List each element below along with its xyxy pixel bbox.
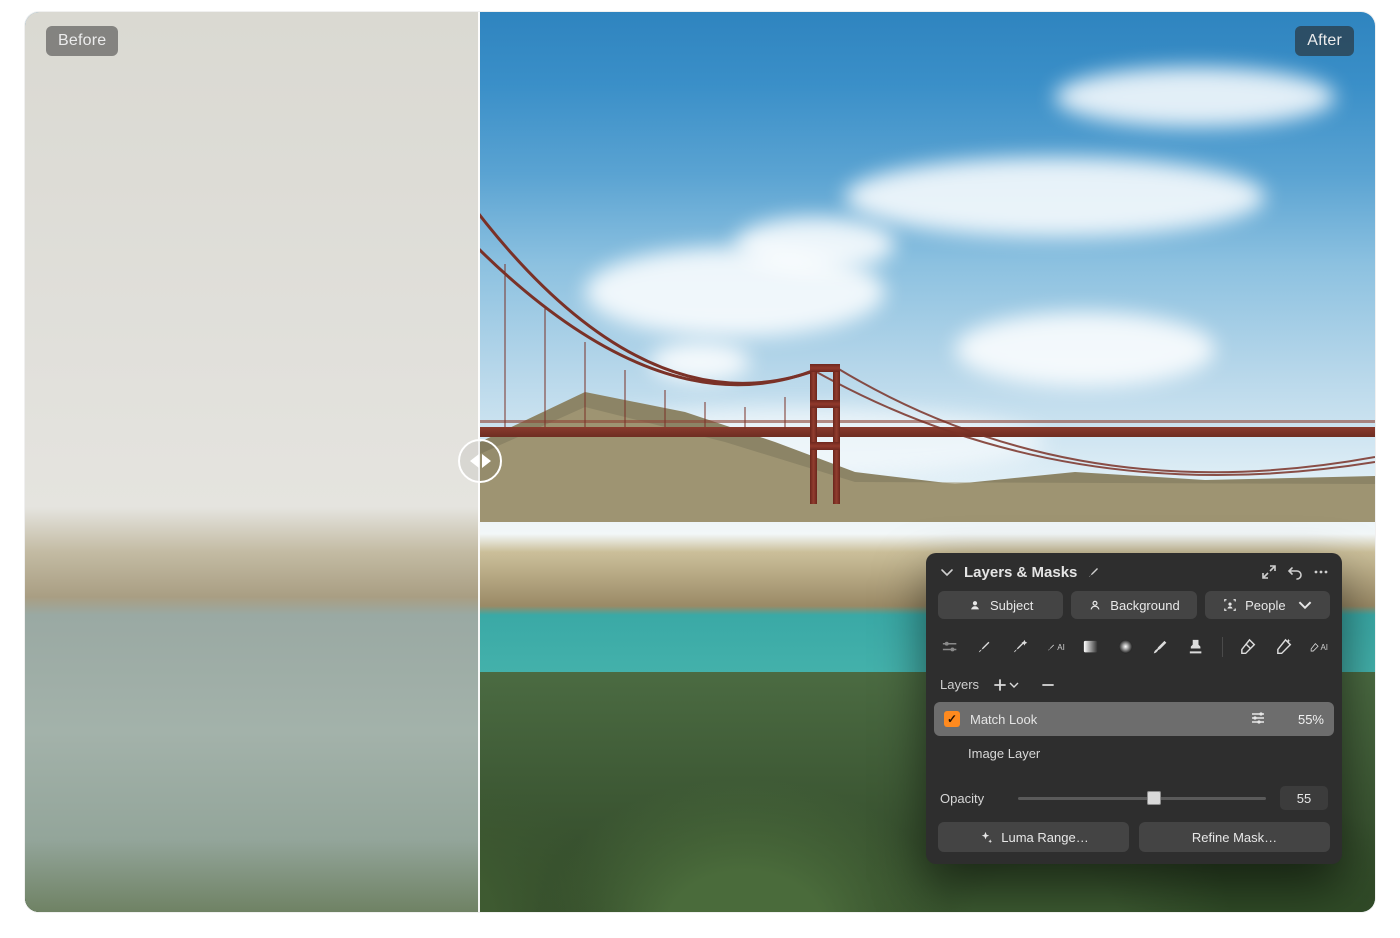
undo-icon[interactable] <box>1286 563 1304 581</box>
cloud <box>735 217 895 272</box>
ai-brush-icon[interactable]: AI <box>1046 635 1065 659</box>
cloud <box>1055 67 1335 127</box>
gradient-icon[interactable] <box>1081 635 1100 659</box>
sparkle-icon <box>978 830 993 845</box>
brush-icon[interactable] <box>975 635 994 659</box>
luma-range-button[interactable]: Luma Range… <box>938 822 1129 852</box>
eraser-brush-icon[interactable] <box>1151 635 1170 659</box>
layers-label: Layers <box>940 677 979 692</box>
layer-name: Image Layer <box>968 746 1324 761</box>
layers-masks-panel: Layers & Masks Subject Background <box>926 553 1342 864</box>
expand-icon[interactable] <box>1260 563 1278 581</box>
bridge-tower-far <box>810 364 840 504</box>
add-layer-button[interactable] <box>993 678 1019 692</box>
chevron-down-icon <box>1298 598 1312 612</box>
stamp-icon[interactable] <box>1186 635 1205 659</box>
radial-icon[interactable] <box>1116 635 1135 659</box>
panel-title: Layers & Masks <box>964 564 1077 581</box>
opacity-slider[interactable] <box>1018 789 1266 807</box>
people-scan-icon <box>1223 598 1237 612</box>
before-image <box>25 12 480 912</box>
chevron-right-icon <box>482 454 491 468</box>
panel-actions: Luma Range… Refine Mask… <box>926 822 1342 864</box>
layer-row-image-layer[interactable]: Image Layer <box>934 736 1334 770</box>
separator <box>1222 637 1223 657</box>
mask-background-label: Background <box>1110 598 1179 613</box>
magic-brush-icon[interactable] <box>1010 635 1029 659</box>
eraser-icon[interactable] <box>1238 635 1257 659</box>
mask-background-button[interactable]: Background <box>1071 591 1196 619</box>
mask-subject-button[interactable]: Subject <box>938 591 1063 619</box>
layer-list: ✓ Match Look 55% Image Layer <box>926 698 1342 778</box>
person-outline-icon <box>1088 598 1102 612</box>
opacity-value[interactable]: 55 <box>1280 786 1328 810</box>
cloud <box>845 157 1265 237</box>
comparison-viewport: Before After Layers & Masks <box>25 12 1375 912</box>
magic-eraser-icon[interactable] <box>1274 635 1293 659</box>
chevron-left-icon <box>470 454 479 468</box>
layer-row-match-look[interactable]: ✓ Match Look 55% <box>934 702 1334 736</box>
mask-people-button[interactable]: People <box>1205 591 1330 619</box>
refine-mask-button[interactable]: Refine Mask… <box>1139 822 1330 852</box>
more-icon[interactable] <box>1312 563 1330 581</box>
layer-name: Match Look <box>970 712 1240 727</box>
opacity-row: Opacity 55 <box>926 778 1342 822</box>
luma-range-label: Luma Range… <box>1001 830 1088 845</box>
person-icon <box>968 598 982 612</box>
opacity-slider-knob[interactable] <box>1147 791 1161 805</box>
refine-mask-label: Refine Mask… <box>1192 830 1277 845</box>
mask-subject-label: Subject <box>990 598 1033 613</box>
ai-eraser-icon[interactable]: AI <box>1309 635 1328 659</box>
chevron-down-icon[interactable] <box>938 563 956 581</box>
layer-checkbox[interactable]: ✓ <box>944 711 960 727</box>
mask-people-label: People <box>1245 598 1285 613</box>
adjust-icon[interactable] <box>940 635 959 659</box>
panel-header: Layers & Masks <box>926 553 1342 591</box>
mask-quick-buttons: Subject Background People <box>926 591 1342 629</box>
layers-header-bar: Layers <box>926 671 1342 698</box>
comparison-handle[interactable] <box>458 439 502 483</box>
remove-layer-button[interactable] <box>1041 678 1055 692</box>
mask-tool-row: AI AI <box>926 629 1342 671</box>
before-badge: Before <box>46 26 118 56</box>
opacity-label: Opacity <box>940 791 1004 806</box>
brush-small-icon[interactable] <box>1085 563 1103 581</box>
layer-opacity-percent: 55% <box>1276 712 1324 727</box>
sliders-icon[interactable] <box>1250 710 1266 729</box>
after-badge: After <box>1295 26 1354 56</box>
